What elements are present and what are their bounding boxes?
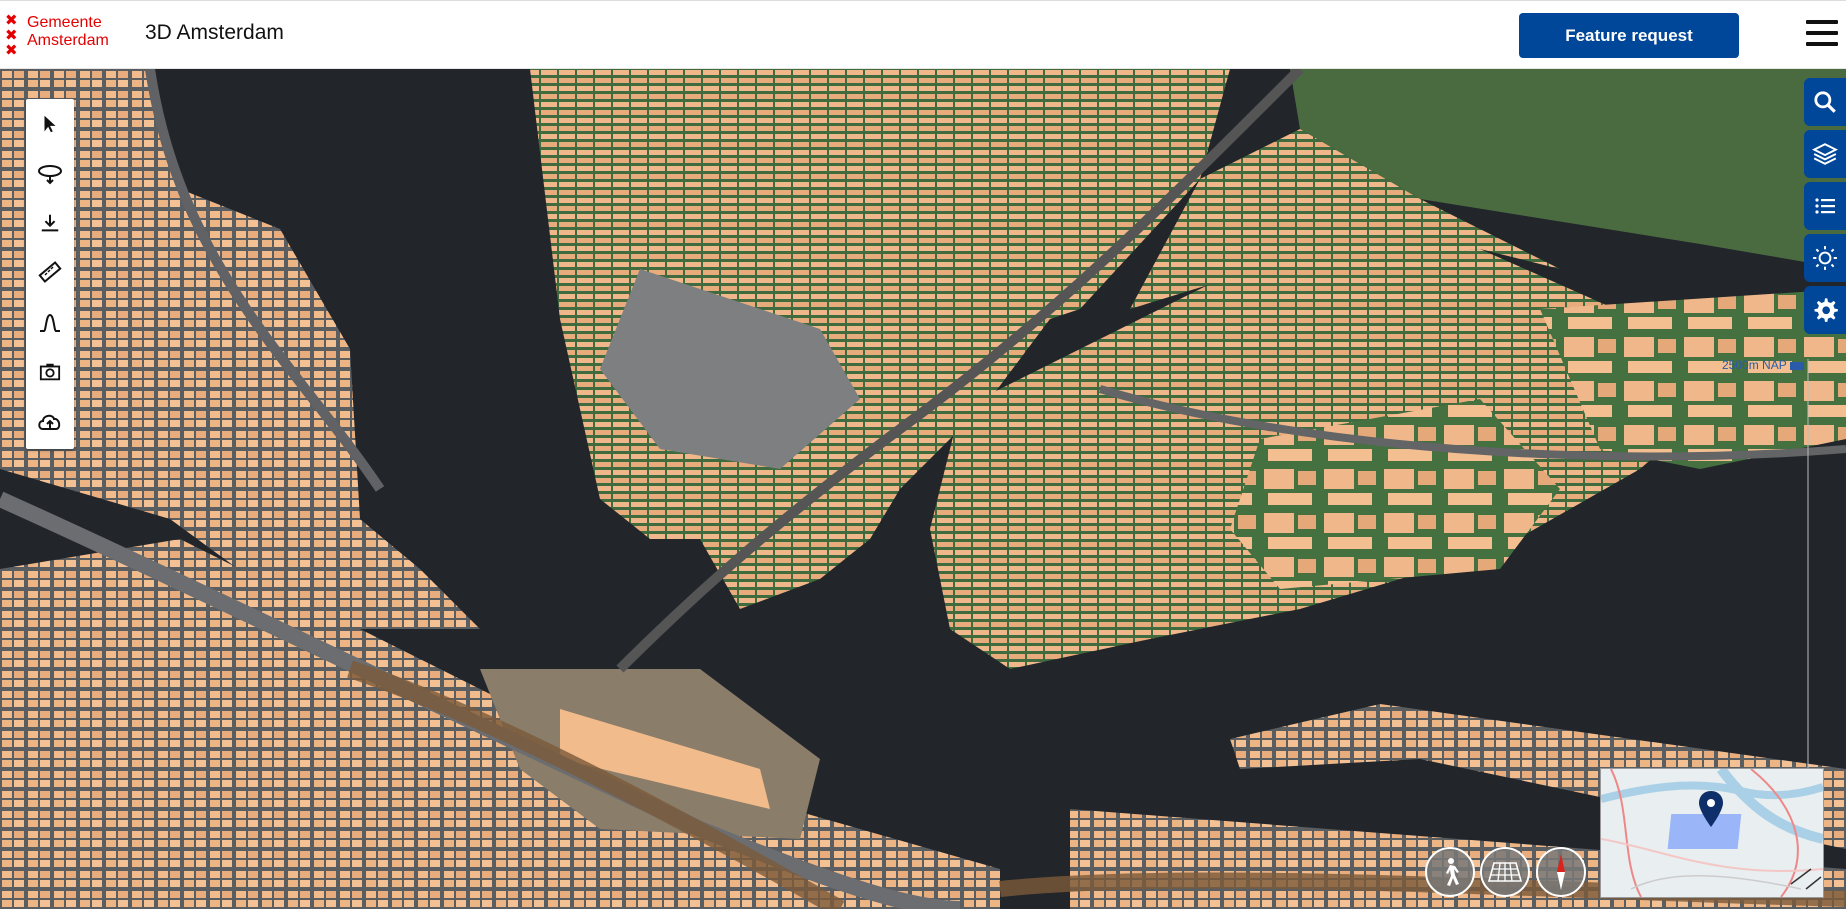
amsterdam-crosses-icon: ✖ ✖ ✖ bbox=[5, 11, 18, 59]
app-title: 3D Amsterdam bbox=[145, 21, 284, 44]
sun-panel-button[interactable] bbox=[1804, 234, 1846, 282]
select-tool-button[interactable] bbox=[26, 102, 74, 146]
gear-icon bbox=[1814, 298, 1838, 322]
sun-icon bbox=[1813, 246, 1837, 270]
camera-icon bbox=[39, 363, 61, 381]
tool-palette bbox=[26, 99, 74, 449]
upload-tool-button[interactable] bbox=[26, 400, 74, 444]
lasso-tool-button[interactable] bbox=[26, 152, 74, 196]
walk-mode-button[interactable] bbox=[1425, 847, 1475, 897]
legend-panel-button[interactable] bbox=[1804, 182, 1846, 230]
screenshot-tool-button[interactable] bbox=[26, 350, 74, 394]
grid-icon bbox=[1487, 862, 1523, 882]
nap-height-label: 2500m NAP bbox=[1722, 358, 1804, 372]
ruler-icon bbox=[38, 261, 62, 283]
grid-view-button[interactable] bbox=[1480, 847, 1530, 897]
lasso-icon bbox=[38, 165, 62, 185]
minimap[interactable] bbox=[1600, 768, 1824, 898]
cloud-upload-icon bbox=[38, 414, 61, 430]
top-bar: ✖ ✖ ✖ Gemeente Amsterdam 3D Amsterdam Feat… bbox=[0, 0, 1846, 69]
hamburger-menu-icon[interactable] bbox=[1806, 20, 1838, 50]
compass-button[interactable] bbox=[1536, 847, 1586, 897]
logo-text-gemeente: Gemeente bbox=[27, 14, 102, 31]
map-viewport[interactable] bbox=[0, 69, 1846, 909]
layers-icon bbox=[1812, 143, 1838, 165]
logo-text-amsterdam: Amsterdam bbox=[27, 32, 109, 49]
gemeente-amsterdam-logo[interactable]: ✖ ✖ ✖ Gemeente Amsterdam bbox=[5, 13, 115, 61]
pointer-icon bbox=[44, 115, 56, 133]
profile-tool-button[interactable] bbox=[26, 300, 74, 344]
download-tool-button[interactable] bbox=[26, 201, 74, 245]
feature-request-button[interactable]: Feature request bbox=[1519, 13, 1739, 58]
settings-panel-button[interactable] bbox=[1804, 286, 1846, 334]
minimap-render bbox=[1601, 769, 1823, 897]
download-icon bbox=[41, 214, 59, 232]
search-panel-button[interactable] bbox=[1804, 78, 1846, 126]
layers-panel-button[interactable] bbox=[1804, 130, 1846, 178]
height-profile-icon bbox=[40, 313, 60, 332]
measure-tool-button[interactable] bbox=[26, 250, 74, 294]
compass-icon bbox=[1557, 854, 1565, 890]
walk-icon bbox=[1446, 858, 1459, 886]
search-icon bbox=[1814, 91, 1836, 113]
list-icon bbox=[1815, 198, 1835, 214]
city-map-render bbox=[0, 69, 1846, 909]
